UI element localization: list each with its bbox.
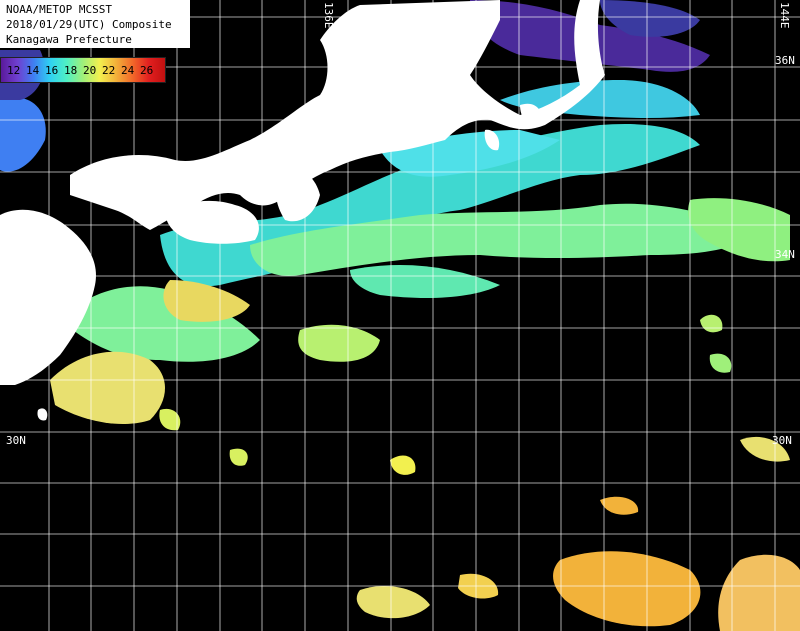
- legend-label: 22: [102, 64, 116, 77]
- lon-label-136e: 136E: [322, 2, 335, 29]
- legend-label: 16: [45, 64, 59, 77]
- legend-label: 20: [83, 64, 97, 77]
- legend-label: 12: [7, 64, 21, 77]
- title-line-1: NOAA/METOP MCSST: [6, 3, 112, 16]
- map-title-box: NOAA/METOP MCSST 2018/01/29(UTC) Composi…: [0, 0, 190, 48]
- legend-label: 26: [140, 64, 154, 77]
- legend-label: 24: [121, 64, 135, 77]
- lat-label-30n-right: 30N: [772, 434, 792, 447]
- sst-map: [0, 0, 800, 631]
- title-line-3: Kanagawa Prefecture: [6, 33, 132, 46]
- legend-labels: 12 14 16 18 20 22 24 26: [7, 64, 159, 77]
- lat-label-34n: 34N: [775, 248, 795, 261]
- legend-label: 18: [64, 64, 78, 77]
- lat-label-36n: 36N: [775, 54, 795, 67]
- title-line-2: 2018/01/29(UTC) Composite: [6, 18, 172, 31]
- lat-label-30n-left: 30N: [6, 434, 26, 447]
- legend-label: 14: [26, 64, 40, 77]
- lon-label-144e: 144E: [778, 2, 791, 29]
- temperature-legend: 12 14 16 18 20 22 24 26: [0, 57, 166, 83]
